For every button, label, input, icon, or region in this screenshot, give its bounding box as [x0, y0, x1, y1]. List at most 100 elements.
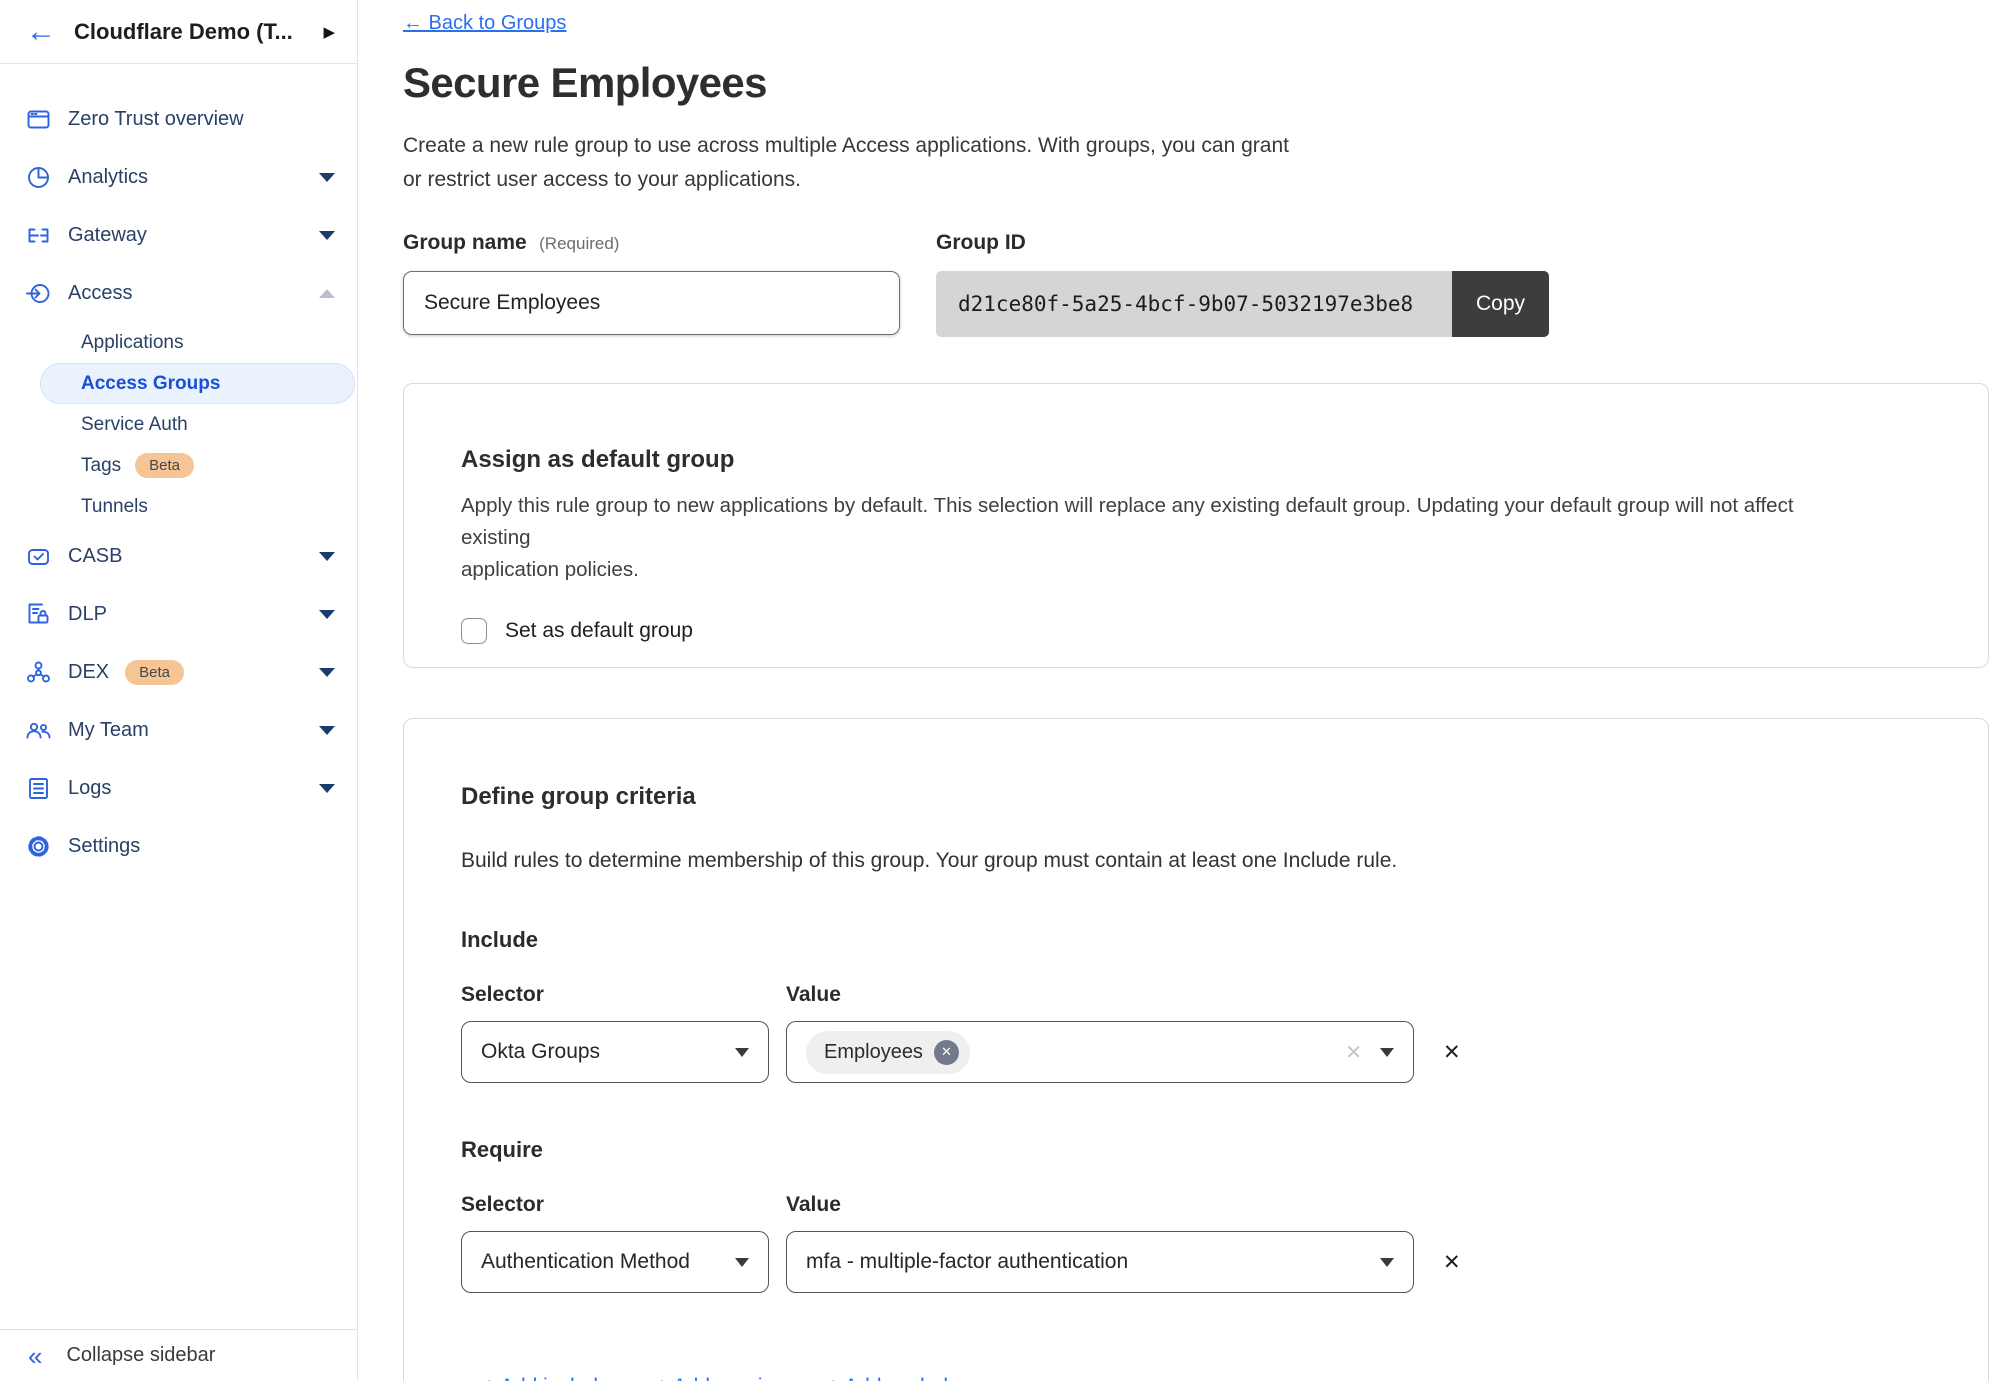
sidebar-nav: Zero Trust overview Analytics Gatew: [0, 64, 357, 1329]
include-heading: Include: [461, 927, 1868, 953]
chevron-down-icon: [319, 173, 335, 182]
value-tag-label: Employees: [824, 1041, 923, 1064]
sidebar-item-label: CASB: [68, 545, 122, 568]
default-group-checkbox-row: Set as default group: [461, 618, 1868, 644]
sidebar-item-dex[interactable]: DEX Beta: [0, 643, 357, 701]
casb-icon: [25, 543, 52, 570]
copy-button[interactable]: Copy: [1452, 271, 1549, 337]
clear-values-icon[interactable]: ✕: [1345, 1040, 1362, 1065]
group-id-label: Group ID: [936, 231, 1549, 255]
access-login-icon: [25, 280, 52, 307]
add-exclude-link[interactable]: + Add exclude: [827, 1375, 960, 1381]
sidebar-item-label: DLP: [68, 603, 107, 626]
main-content: ← Back to Groups Secure Employees Create…: [358, 0, 1999, 1381]
sidebar-item-label: Logs: [68, 777, 111, 800]
remove-require-rule-button[interactable]: ✕: [1443, 1250, 1461, 1275]
sidebar-item-analytics[interactable]: Analytics: [0, 148, 357, 206]
sidebar-item-dlp[interactable]: DLP: [0, 585, 357, 643]
group-name-input[interactable]: [403, 271, 900, 335]
chevron-right-icon[interactable]: ▶: [323, 23, 335, 41]
sidebar-item-casb[interactable]: CASB: [0, 527, 357, 585]
group-identity-row: Group name (Required) Group ID d21ce80f-…: [403, 231, 1989, 337]
default-group-card-title: Assign as default group: [461, 446, 1868, 474]
default-group-card-description: Apply this rule group to new application…: [461, 490, 1868, 586]
chevron-down-icon: [319, 552, 335, 561]
sidebar-subitem-applications[interactable]: Applications: [0, 322, 357, 363]
sidebar-item-label: Access: [68, 282, 132, 305]
sidebar-item-my-team[interactable]: My Team: [0, 701, 357, 759]
require-value-dropdown[interactable]: mfa - multiple-factor authentication: [786, 1231, 1414, 1293]
network-nodes-icon: [25, 659, 52, 686]
sidebar-item-label: Applications: [81, 332, 183, 354]
sidebar-item-label: Service Auth: [81, 414, 188, 436]
tag-remove-icon[interactable]: ✕: [934, 1040, 959, 1065]
group-name-field-group: Group name (Required): [403, 231, 900, 337]
remove-include-rule-button[interactable]: ✕: [1443, 1040, 1461, 1065]
logs-icon: [25, 775, 52, 802]
chevron-down-icon: [735, 1258, 749, 1267]
require-selector-dropdown[interactable]: Authentication Method: [461, 1231, 769, 1293]
chevron-down-icon: [319, 784, 335, 793]
back-to-groups-link[interactable]: ← Back to Groups: [403, 12, 566, 35]
add-include-link[interactable]: + Add include: [483, 1375, 610, 1381]
chevron-down-icon: [1380, 1048, 1394, 1057]
sidebar-account-header: ← Cloudflare Demo (T... ▶: [0, 0, 357, 64]
require-heading: Require: [461, 1137, 1868, 1163]
default-group-card: Assign as default group Apply this rule …: [403, 383, 1989, 668]
collapse-sidebar-button[interactable]: « Collapse sidebar: [0, 1329, 357, 1381]
chevron-down-icon: [319, 231, 335, 240]
sidebar-subitem-service-auth[interactable]: Service Auth: [0, 404, 357, 445]
chevron-down-icon: [319, 610, 335, 619]
default-group-checkbox[interactable]: [461, 618, 487, 644]
chevron-up-icon: [319, 289, 335, 298]
chevron-down-icon: [735, 1048, 749, 1057]
team-icon: [25, 717, 52, 744]
group-id-field-group: Group ID d21ce80f-5a25-4bcf-9b07-5032197…: [936, 231, 1549, 337]
include-rule-row: Okta Groups Employees ✕ ✕ ✕: [461, 1021, 1868, 1083]
include-value-multiselect[interactable]: Employees ✕ ✕: [786, 1021, 1414, 1083]
sidebar-subitem-tunnels[interactable]: Tunnels: [0, 486, 357, 527]
include-labels-row: Selector Value: [461, 983, 1868, 1007]
include-selector-dropdown[interactable]: Okta Groups: [461, 1021, 769, 1083]
page-description: Create a new rule group to use across mu…: [403, 129, 1393, 197]
sidebar-subitem-access-groups[interactable]: Access Groups: [40, 363, 355, 404]
beta-badge: Beta: [135, 453, 194, 478]
include-selector-label: Selector: [461, 983, 786, 1007]
sidebar-item-label: Zero Trust overview: [68, 108, 244, 131]
beta-badge: Beta: [125, 660, 184, 685]
include-value-label: Value: [786, 983, 841, 1007]
group-id-value: d21ce80f-5a25-4bcf-9b07-5032197e3be8: [936, 271, 1452, 337]
default-group-checkbox-label: Set as default group: [505, 619, 693, 643]
account-name: Cloudflare Demo (T...: [74, 19, 305, 45]
criteria-card-description: Build rules to determine membership of t…: [461, 849, 1868, 873]
chevron-down-icon: [319, 668, 335, 677]
sidebar-item-settings[interactable]: Settings: [0, 817, 357, 875]
sidebar-item-zero-trust-overview[interactable]: Zero Trust overview: [0, 90, 357, 148]
criteria-card: Define group criteria Build rules to det…: [403, 718, 1989, 1381]
pie-chart-icon: [25, 164, 52, 191]
sidebar-item-gateway[interactable]: Gateway: [0, 206, 357, 264]
sidebar-item-logs[interactable]: Logs: [0, 759, 357, 817]
rule-actions-row: + Add include + Add require + Add exclud…: [483, 1375, 1868, 1381]
require-value-label: Value: [786, 1193, 841, 1217]
required-hint: (Required): [539, 234, 619, 253]
collapse-sidebar-label: Collapse sidebar: [66, 1344, 215, 1367]
sidebar-item-access[interactable]: Access: [0, 264, 357, 322]
require-rule-row: Authentication Method mfa - multiple-fac…: [461, 1231, 1868, 1293]
gateway-icon: [25, 222, 52, 249]
chevron-down-icon: [319, 726, 335, 735]
sidebar-item-label: DEX: [68, 661, 109, 684]
sidebar: ← Cloudflare Demo (T... ▶ Zero Trust ove…: [0, 0, 358, 1381]
page-title: Secure Employees: [403, 59, 1989, 107]
collapse-chevrons-icon: «: [28, 1343, 42, 1369]
require-value-text: mfa - multiple-factor authentication: [806, 1250, 1128, 1274]
require-selector-label: Selector: [461, 1193, 786, 1217]
window-icon: [25, 106, 52, 133]
value-tag-employees: Employees ✕: [806, 1031, 970, 1074]
group-name-label: Group name: [403, 231, 527, 254]
back-arrow-icon[interactable]: ←: [26, 17, 56, 47]
sidebar-subitem-tags[interactable]: Tags Beta: [0, 445, 357, 486]
sidebar-item-label: Access Groups: [81, 373, 220, 395]
add-require-link[interactable]: + Add require: [656, 1375, 782, 1381]
sidebar-item-label: Gateway: [68, 224, 147, 247]
